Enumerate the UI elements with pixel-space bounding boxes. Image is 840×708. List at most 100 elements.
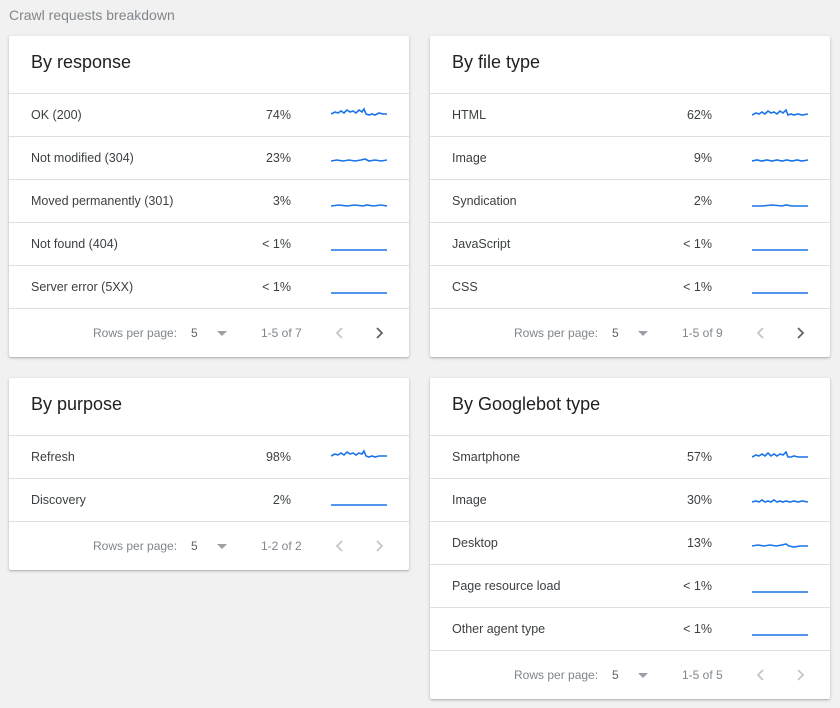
table-row[interactable]: Desktop 13% bbox=[430, 521, 830, 564]
row-percent: 2% bbox=[272, 493, 291, 507]
table-row[interactable]: JavaScript < 1% bbox=[430, 222, 830, 265]
table-row[interactable]: CSS < 1% bbox=[430, 265, 830, 308]
row-label: Syndication bbox=[452, 194, 517, 208]
row-label: Refresh bbox=[31, 450, 75, 464]
table-row[interactable]: Moved permanently (301) 3% bbox=[9, 179, 409, 222]
sparkline bbox=[331, 158, 387, 162]
row-label: Image bbox=[452, 493, 487, 507]
rows-per-page-select[interactable]: 5 bbox=[191, 522, 198, 570]
rows-per-page-select[interactable]: 5 bbox=[612, 651, 619, 699]
pagination: Rows per page: 5 1-5 of 7 bbox=[9, 308, 409, 357]
chevron-down-icon[interactable] bbox=[638, 673, 648, 678]
row-label: Other agent type bbox=[452, 622, 546, 636]
row-label: Not found (404) bbox=[31, 237, 118, 251]
page-range: 1-5 of 5 bbox=[682, 668, 723, 682]
chevron-right-icon[interactable] bbox=[369, 323, 389, 343]
row-percent: 57% bbox=[686, 450, 712, 464]
page-range: 1-5 of 7 bbox=[261, 326, 302, 340]
row-percent: < 1% bbox=[683, 280, 712, 294]
row-label: OK (200) bbox=[31, 108, 82, 122]
by-file-type-card: By file type HTML 62% Image 9% Syndicati… bbox=[430, 36, 830, 357]
chevron-down-icon[interactable] bbox=[217, 544, 227, 549]
sparkline bbox=[752, 450, 808, 458]
row-label: Not modified (304) bbox=[31, 151, 134, 165]
card-title: By response bbox=[31, 52, 132, 72]
table-row[interactable]: Discovery 2% bbox=[9, 478, 409, 521]
chevron-left-icon[interactable] bbox=[751, 323, 771, 343]
chevron-right-icon[interactable] bbox=[369, 536, 389, 556]
table-row[interactable]: Image 9% bbox=[430, 136, 830, 179]
pagination: Rows per page: 5 1-5 of 9 bbox=[430, 308, 830, 357]
chevron-right-icon[interactable] bbox=[790, 665, 810, 685]
row-label: HTML bbox=[452, 108, 487, 122]
rows-per-page-label: Rows per page: bbox=[93, 539, 178, 553]
table-row[interactable]: Other agent type < 1% bbox=[430, 607, 830, 650]
sparkline bbox=[752, 499, 808, 503]
sparkline bbox=[331, 292, 387, 294]
by-purpose-card: By purpose Refresh 98% Discovery 2% Rows… bbox=[9, 378, 409, 570]
sparkline bbox=[752, 249, 808, 251]
sparkline bbox=[752, 204, 808, 207]
by-response-card: By response OK (200) 74% Not modified (3… bbox=[9, 36, 409, 357]
table-row[interactable]: Refresh 98% bbox=[9, 435, 409, 478]
pagination: Rows per page: 5 1-5 of 5 bbox=[430, 650, 830, 699]
row-label: Moved permanently (301) bbox=[31, 194, 174, 208]
row-label: Discovery bbox=[31, 493, 86, 507]
table-row[interactable]: Server error (5XX) < 1% bbox=[9, 265, 409, 308]
table-row[interactable]: Syndication 2% bbox=[430, 179, 830, 222]
row-percent: 13% bbox=[686, 536, 712, 550]
sparkline bbox=[752, 159, 808, 162]
row-label: Desktop bbox=[452, 536, 498, 550]
row-percent: 98% bbox=[265, 450, 291, 464]
sparkline bbox=[752, 543, 808, 548]
sparkline bbox=[752, 591, 808, 593]
row-percent: < 1% bbox=[262, 280, 291, 294]
row-percent: < 1% bbox=[683, 237, 712, 251]
sparkline bbox=[331, 449, 387, 458]
pagination: Rows per page: 5 1-2 of 2 bbox=[9, 521, 409, 570]
card-title: By purpose bbox=[31, 394, 123, 414]
table-row[interactable]: Not modified (304) 23% bbox=[9, 136, 409, 179]
table-row[interactable]: Image 30% bbox=[430, 478, 830, 521]
row-label: JavaScript bbox=[452, 237, 511, 251]
row-percent: < 1% bbox=[683, 622, 712, 636]
table-row[interactable]: HTML 62% bbox=[430, 93, 830, 136]
chevron-down-icon[interactable] bbox=[638, 331, 648, 336]
rows-per-page-select[interactable]: 5 bbox=[612, 309, 619, 357]
row-percent: < 1% bbox=[683, 579, 712, 593]
rows-per-page-label: Rows per page: bbox=[514, 326, 599, 340]
rows-per-page-select[interactable]: 5 bbox=[191, 309, 198, 357]
table-row[interactable]: Not found (404) < 1% bbox=[9, 222, 409, 265]
table-row[interactable]: Page resource load < 1% bbox=[430, 564, 830, 607]
chevron-right-icon[interactable] bbox=[790, 323, 810, 343]
rows-per-page-label: Rows per page: bbox=[514, 668, 599, 682]
row-percent: < 1% bbox=[262, 237, 291, 251]
row-percent: 9% bbox=[693, 151, 712, 165]
row-label: CSS bbox=[452, 280, 478, 294]
row-percent: 30% bbox=[686, 493, 712, 507]
by-googlebot-type-card: By Googlebot type Smartphone 57% Image 3… bbox=[430, 378, 830, 699]
sparkline bbox=[331, 504, 387, 506]
page-title: Crawl requests breakdown bbox=[9, 7, 175, 23]
row-label: Page resource load bbox=[452, 579, 561, 593]
row-percent: 23% bbox=[265, 151, 291, 165]
table-row[interactable]: Smartphone 57% bbox=[430, 435, 830, 478]
sparkline bbox=[331, 204, 387, 207]
sparkline bbox=[331, 249, 387, 251]
page-range: 1-2 of 2 bbox=[261, 539, 302, 553]
page-range: 1-5 of 9 bbox=[682, 326, 723, 340]
sparkline bbox=[752, 108, 808, 116]
card-title: By file type bbox=[452, 52, 541, 72]
chevron-left-icon[interactable] bbox=[751, 665, 771, 685]
row-percent: 62% bbox=[686, 108, 712, 122]
sparkline bbox=[752, 292, 808, 294]
sparkline bbox=[752, 634, 808, 636]
rows-per-page-label: Rows per page: bbox=[93, 326, 178, 340]
row-percent: 74% bbox=[265, 108, 291, 122]
chevron-down-icon[interactable] bbox=[217, 331, 227, 336]
card-title: By Googlebot type bbox=[452, 394, 601, 414]
chevron-left-icon[interactable] bbox=[330, 323, 350, 343]
row-label: Smartphone bbox=[452, 450, 521, 464]
chevron-left-icon[interactable] bbox=[330, 536, 350, 556]
table-row[interactable]: OK (200) 74% bbox=[9, 93, 409, 136]
